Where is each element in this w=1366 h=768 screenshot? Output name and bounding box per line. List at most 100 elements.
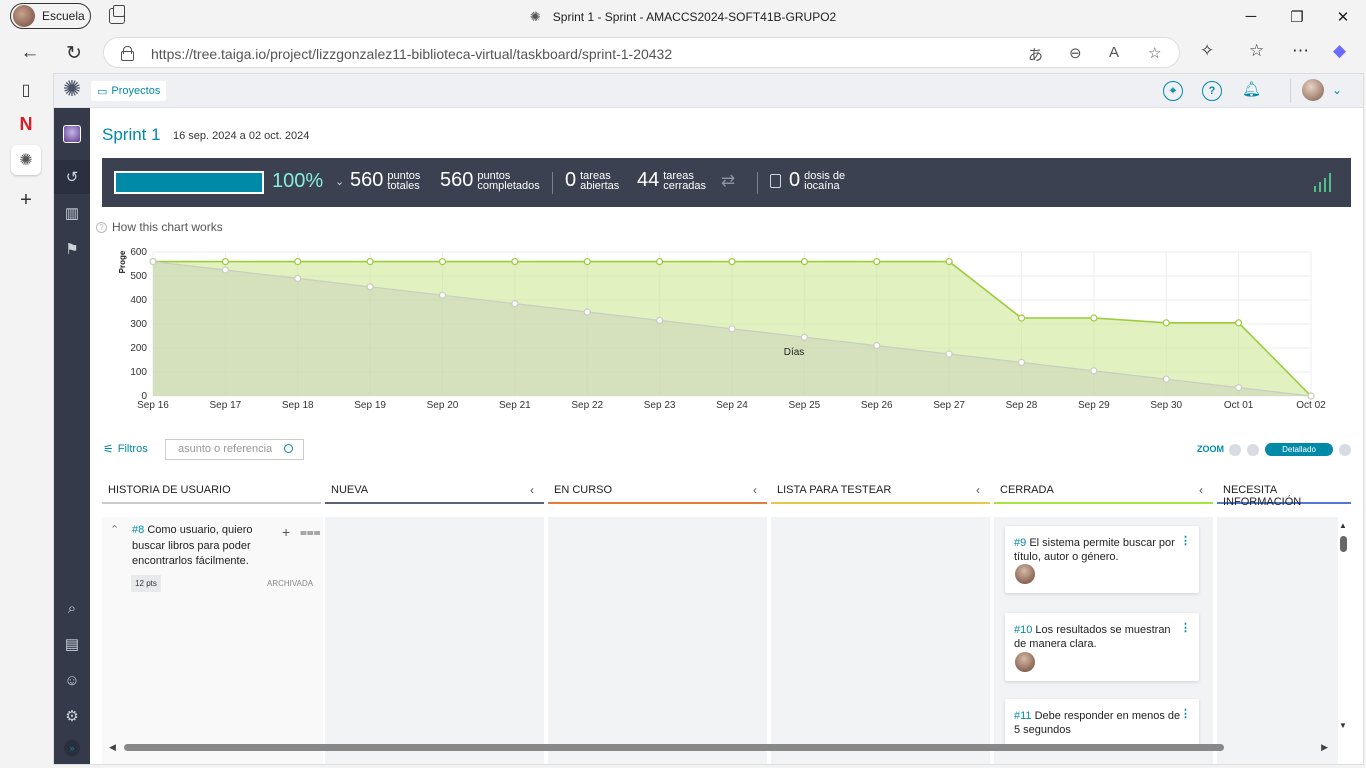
collapse-column-icon[interactable]: ‹ bbox=[753, 483, 757, 497]
card-menu-icon[interactable]: ⋮ bbox=[1180, 707, 1191, 720]
discover-icon[interactable]: ⌖ bbox=[1163, 81, 1183, 101]
sidebar-item-team[interactable]: ☺ bbox=[62, 670, 82, 690]
projects-link[interactable]: ▭ Proyectos bbox=[91, 81, 167, 101]
sidebar-item-search[interactable]: ⌕ bbox=[62, 598, 82, 618]
stats-divider bbox=[757, 172, 758, 194]
favorites-icon[interactable]: ☆ bbox=[1249, 41, 1264, 61]
vertical-tabs-icon[interactable]: ▯ bbox=[11, 75, 41, 105]
y-tick-label: 600 bbox=[130, 247, 147, 258]
address-row: ← ↻ https://tree.taiga.io/project/lizzgo… bbox=[0, 33, 1366, 73]
filters-button[interactable]: ⚟ Filtros bbox=[103, 442, 148, 456]
collapse-column-icon[interactable]: ‹ bbox=[530, 483, 534, 497]
assignee-avatar[interactable] bbox=[1015, 564, 1035, 584]
zoom-out-icon[interactable]: ⊖ bbox=[1069, 44, 1082, 62]
data-point bbox=[800, 258, 808, 266]
search-input[interactable]: asunto o referencia bbox=[165, 439, 304, 460]
sprint-stats-bar: 100% ⌄ 560 puntos totales 560 puntos compl… bbox=[102, 158, 1351, 207]
translate-icon[interactable]: あ bbox=[1028, 44, 1043, 65]
netflix-icon[interactable]: N bbox=[11, 109, 41, 139]
card-menu-icon[interactable]: ⋮ bbox=[1180, 621, 1191, 634]
scroll-right-icon[interactable]: ▶ bbox=[1321, 742, 1328, 753]
scroll-thumb[interactable] bbox=[124, 744, 1224, 751]
zoom-level-1[interactable] bbox=[1229, 444, 1241, 456]
x-tick-label: Sep 19 bbox=[354, 400, 386, 411]
user-avatar[interactable] bbox=[1302, 79, 1324, 101]
more-menu-icon[interactable]: ⋯ bbox=[1292, 41, 1309, 61]
y-tick-label: 200 bbox=[130, 343, 147, 354]
column-body-lista-para-testear bbox=[771, 517, 990, 764]
user-story-ref[interactable]: #8 bbox=[132, 524, 144, 536]
how-chart-works-link[interactable]: ? How this chart works bbox=[96, 220, 223, 234]
assignee-avatar[interactable] bbox=[1015, 652, 1035, 672]
column-title: NECESITA INFORMACIÓN bbox=[1223, 484, 1302, 508]
stats-divider bbox=[552, 172, 553, 194]
back-button[interactable]: ← bbox=[15, 39, 45, 67]
data-point bbox=[438, 291, 447, 299]
add-tab-icon[interactable]: + bbox=[11, 185, 41, 215]
help-icon[interactable]: ? bbox=[1202, 81, 1222, 101]
copilot-icon[interactable]: ◆ bbox=[1333, 41, 1346, 61]
stats-toggle-icon[interactable]: ⌄ bbox=[335, 175, 344, 188]
card-menu-icon[interactable]: ⋮ bbox=[1180, 534, 1191, 547]
column-body-necesita-informacion bbox=[1217, 517, 1338, 764]
data-point bbox=[945, 258, 953, 266]
horizontal-scrollbar[interactable]: ◀ ▶ bbox=[102, 740, 1328, 754]
read-aloud-icon[interactable]: A bbox=[1109, 44, 1119, 61]
fold-chevron-icon[interactable]: ⌃ bbox=[110, 523, 119, 536]
tab-actions-icon[interactable] bbox=[109, 5, 125, 24]
x-axis-label: Días bbox=[784, 347, 805, 358]
open-tasks-label-2: abiertas bbox=[580, 179, 620, 192]
sidebar-item-settings[interactable]: ⚙ bbox=[62, 706, 82, 726]
column-header-lista-para-testear: LISTA PARA TESTEAR ‹ bbox=[771, 476, 990, 504]
scroll-up-icon[interactable]: ▲ bbox=[1339, 521, 1347, 530]
restore-button[interactable]: ❐ bbox=[1274, 0, 1320, 33]
toggle-graph-icon[interactable] bbox=[1314, 172, 1336, 192]
task-ref[interactable]: #9 bbox=[1014, 537, 1026, 549]
iocaine-value: 0 bbox=[789, 169, 801, 191]
sidebar-item-kanban[interactable]: ▥ bbox=[62, 203, 82, 223]
address-bar[interactable]: https://tree.taiga.io/project/lizzgonzal… bbox=[103, 37, 1180, 68]
chevron-down-icon[interactable]: ⌄ bbox=[1332, 83, 1342, 97]
scroll-left-icon[interactable]: ◀ bbox=[109, 742, 116, 753]
zoom-level-4[interactable] bbox=[1339, 444, 1351, 456]
task-ref[interactable]: #11 bbox=[1014, 710, 1032, 722]
task-text: El sistema permite buscar por título, au… bbox=[1014, 537, 1175, 563]
expand-sidebar-icon[interactable]: » bbox=[64, 740, 80, 756]
close-button[interactable]: ✕ bbox=[1320, 0, 1366, 33]
task-card[interactable]: #10 Los resultados se muestran de manera… bbox=[1005, 613, 1199, 681]
task-card[interactable]: #9 El sistema permite buscar por título,… bbox=[1005, 526, 1199, 593]
profile-label: Escuela bbox=[42, 9, 85, 23]
scroll-down-icon[interactable]: ▼ bbox=[1339, 721, 1347, 730]
closed-tasks-label-2: cerradas bbox=[663, 179, 707, 192]
collapse-column-icon[interactable]: ‹ bbox=[976, 483, 980, 497]
taiga-logo-icon[interactable]: ✺ bbox=[60, 77, 84, 101]
zoom-level-detailed[interactable]: Detallado bbox=[1265, 443, 1333, 456]
collapse-column-icon[interactable]: ‹ bbox=[1199, 483, 1203, 497]
zoom-level-2[interactable] bbox=[1247, 444, 1259, 456]
user-story-title[interactable]: #8 Como usuario, quiero buscar libros pa… bbox=[132, 523, 257, 570]
sidebar-item-issues[interactable]: ⚑ bbox=[62, 239, 82, 259]
minimize-button[interactable]: ─ bbox=[1228, 0, 1274, 33]
sidebar-item-scrum[interactable]: ↺ bbox=[62, 167, 82, 187]
project-logo[interactable] bbox=[63, 125, 81, 143]
extensions-icon[interactable]: ✧ bbox=[1200, 41, 1214, 61]
bulk-add-icon[interactable]: ⩶ bbox=[300, 525, 321, 540]
data-point bbox=[511, 299, 519, 308]
favorite-star-icon[interactable]: ☆ bbox=[1148, 44, 1161, 62]
column-body-nueva bbox=[325, 517, 544, 764]
profile-button[interactable]: Escuela bbox=[10, 3, 91, 29]
notifications-bell-icon[interactable]: 🔔︎ bbox=[1242, 80, 1261, 98]
iocaine-stat: 0 dosis de iocaína bbox=[789, 169, 845, 192]
sidebar-item-wiki[interactable]: ▤ bbox=[62, 634, 82, 654]
taiga-tab-icon[interactable]: ✺ bbox=[11, 145, 41, 175]
vertical-scrollbar[interactable]: ▲ ▼ bbox=[1338, 517, 1350, 732]
scroll-thumb[interactable] bbox=[1340, 536, 1347, 552]
user-story-row: ⌃ #8 Como usuario, quiero buscar libros … bbox=[102, 517, 323, 764]
task-ref[interactable]: #10 bbox=[1014, 624, 1032, 636]
add-task-icon[interactable]: + bbox=[282, 524, 290, 540]
data-point bbox=[366, 283, 374, 291]
refresh-button[interactable]: ↻ bbox=[59, 39, 89, 67]
closed-tasks-value: 44 bbox=[637, 169, 660, 191]
y-tick-label: 300 bbox=[130, 319, 147, 330]
nav-divider bbox=[1290, 79, 1291, 103]
